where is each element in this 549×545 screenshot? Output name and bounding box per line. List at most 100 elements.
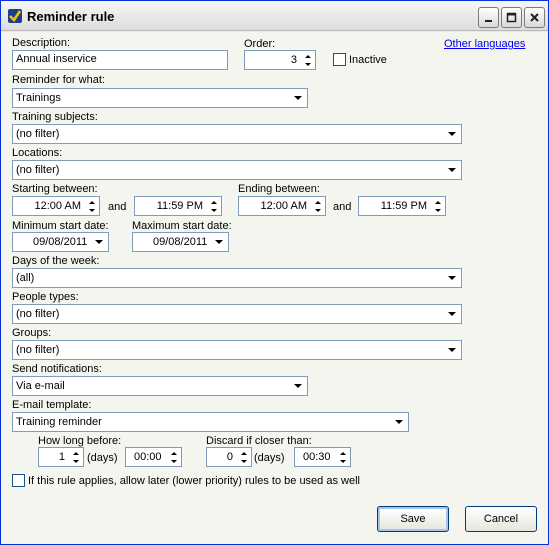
starting-to-time[interactable]: 11:59 PM xyxy=(134,196,222,216)
days-of-week-value: (all) xyxy=(16,272,35,284)
maximize-button[interactable] xyxy=(501,7,522,28)
ending-from-spin-buttons[interactable] xyxy=(311,198,324,214)
starting-to-spin-buttons[interactable] xyxy=(207,198,220,214)
ending-from-value: 12:00 AM xyxy=(260,200,307,212)
starting-from-spin-buttons[interactable] xyxy=(85,198,98,214)
chevron-down-icon[interactable] xyxy=(444,306,460,322)
chevron-down-icon[interactable] xyxy=(444,342,460,358)
spin-up-icon[interactable] xyxy=(311,198,324,206)
other-languages-link[interactable]: Other languages xyxy=(444,38,525,50)
spin-down-icon[interactable] xyxy=(311,206,324,214)
inactive-label: Inactive xyxy=(349,54,387,66)
min-start-date-value: 09/08/2011 xyxy=(33,236,88,248)
app-checkmark-icon xyxy=(8,9,22,23)
min-start-date-label: Minimum start date: xyxy=(12,220,109,232)
chevron-down-icon[interactable] xyxy=(444,270,460,286)
discard-time-spin-buttons[interactable] xyxy=(336,449,349,465)
groups-value: (no filter) xyxy=(16,344,60,356)
spin-down-icon[interactable] xyxy=(167,457,180,465)
chevron-down-icon[interactable] xyxy=(290,90,306,106)
order-value: 3 xyxy=(290,54,297,66)
spin-up-icon[interactable] xyxy=(167,449,180,457)
chevron-down-icon[interactable] xyxy=(211,234,227,250)
max-start-date-label: Maximum start date: xyxy=(132,220,232,232)
how-long-before-time-spinner[interactable]: 00:00 xyxy=(125,447,182,467)
discard-days-spinner[interactable]: 0 xyxy=(206,447,252,467)
starting-from-time[interactable]: 12:00 AM xyxy=(12,196,100,216)
spin-up-icon[interactable] xyxy=(207,198,220,206)
ending-between-label: Ending between: xyxy=(238,183,320,195)
chevron-down-icon[interactable] xyxy=(444,126,460,142)
max-start-date-picker[interactable]: 09/08/2011 xyxy=(132,232,229,252)
how-long-before-days-unit: (days) xyxy=(87,452,118,464)
chevron-down-icon[interactable] xyxy=(444,162,460,178)
min-start-date-picker[interactable]: 09/08/2011 xyxy=(12,232,109,252)
close-button[interactable] xyxy=(524,7,545,28)
spin-up-icon[interactable] xyxy=(69,449,82,457)
how-long-before-time-value: 00:00 xyxy=(134,451,162,463)
save-button[interactable]: Save xyxy=(377,506,449,532)
chevron-down-icon[interactable] xyxy=(290,378,306,394)
spin-up-icon[interactable] xyxy=(85,198,98,206)
discard-days-unit: (days) xyxy=(254,452,285,464)
minimize-button[interactable] xyxy=(478,7,499,28)
training-subjects-select[interactable]: (no filter) xyxy=(12,124,462,144)
spin-up-icon[interactable] xyxy=(431,198,444,206)
close-icon xyxy=(530,13,539,22)
spin-up-icon[interactable] xyxy=(336,449,349,457)
email-template-value: Training reminder xyxy=(16,416,102,428)
cancel-button[interactable]: Cancel xyxy=(465,506,537,532)
how-long-before-days-spinner[interactable]: 1 xyxy=(38,447,84,467)
locations-label: Locations: xyxy=(12,147,63,159)
order-spin-buttons[interactable] xyxy=(301,52,314,68)
ending-to-time[interactable]: 11:59 PM xyxy=(358,196,446,216)
ending-from-time[interactable]: 12:00 AM xyxy=(238,196,326,216)
send-notifications-label: Send notifications: xyxy=(12,363,102,375)
spin-up-icon[interactable] xyxy=(237,449,250,457)
discard-time-value: 00:30 xyxy=(303,451,331,463)
spin-down-icon[interactable] xyxy=(237,457,250,465)
people-types-label: People types: xyxy=(12,291,79,303)
maximize-icon xyxy=(506,12,517,23)
window-title: Reminder rule xyxy=(27,9,115,24)
discard-time-spinner[interactable]: 00:30 xyxy=(294,447,351,467)
reminder-for-value: Trainings xyxy=(16,92,61,104)
inactive-checkbox[interactable] xyxy=(333,53,346,66)
description-input[interactable]: Annual inservice xyxy=(12,50,228,70)
locations-value: (no filter) xyxy=(16,164,60,176)
reminder-rule-window: Reminder rule Description: Annual inserv… xyxy=(0,0,549,545)
allow-later-rules-label: If this rule applies, allow later (lower… xyxy=(28,475,360,487)
spin-down-icon[interactable] xyxy=(431,206,444,214)
order-spinner[interactable]: 3 xyxy=(244,50,316,70)
chevron-down-icon[interactable] xyxy=(391,414,407,430)
spin-down-icon[interactable] xyxy=(207,206,220,214)
how-long-before-time-spin-buttons[interactable] xyxy=(167,449,180,465)
how-long-before-spin-buttons[interactable] xyxy=(69,449,82,465)
people-types-select[interactable]: (no filter) xyxy=(12,304,462,324)
groups-label: Groups: xyxy=(12,327,52,339)
starting-between-label: Starting between: xyxy=(12,183,98,195)
ending-to-spin-buttons[interactable] xyxy=(431,198,444,214)
days-of-week-label: Days of the week: xyxy=(12,255,100,267)
chevron-down-icon[interactable] xyxy=(91,234,107,250)
spin-down-icon[interactable] xyxy=(336,457,349,465)
allow-later-rules-checkbox[interactable] xyxy=(12,474,25,487)
locations-select[interactable]: (no filter) xyxy=(12,160,462,180)
discard-if-closer-label: Discard if closer than: xyxy=(206,435,312,447)
spin-up-icon[interactable] xyxy=(301,52,314,60)
title-bar: Reminder rule xyxy=(1,1,548,31)
email-template-select[interactable]: Training reminder xyxy=(12,412,409,432)
spin-down-icon[interactable] xyxy=(85,206,98,214)
days-of-week-select[interactable]: (all) xyxy=(12,268,462,288)
spin-down-icon[interactable] xyxy=(69,457,82,465)
description-label: Description: xyxy=(12,37,71,49)
spin-down-icon[interactable] xyxy=(301,60,314,68)
groups-select[interactable]: (no filter) xyxy=(12,340,462,360)
send-notifications-value: Via e-mail xyxy=(16,380,65,392)
how-long-before-label: How long before: xyxy=(38,435,122,447)
reminder-for-label: Reminder for what: xyxy=(12,74,105,86)
discard-days-spin-buttons[interactable] xyxy=(237,449,250,465)
reminder-for-select[interactable]: Trainings xyxy=(12,88,308,108)
dialog-content: Description: Annual inservice Order: 3 I… xyxy=(1,32,548,544)
send-notifications-select[interactable]: Via e-mail xyxy=(12,376,308,396)
